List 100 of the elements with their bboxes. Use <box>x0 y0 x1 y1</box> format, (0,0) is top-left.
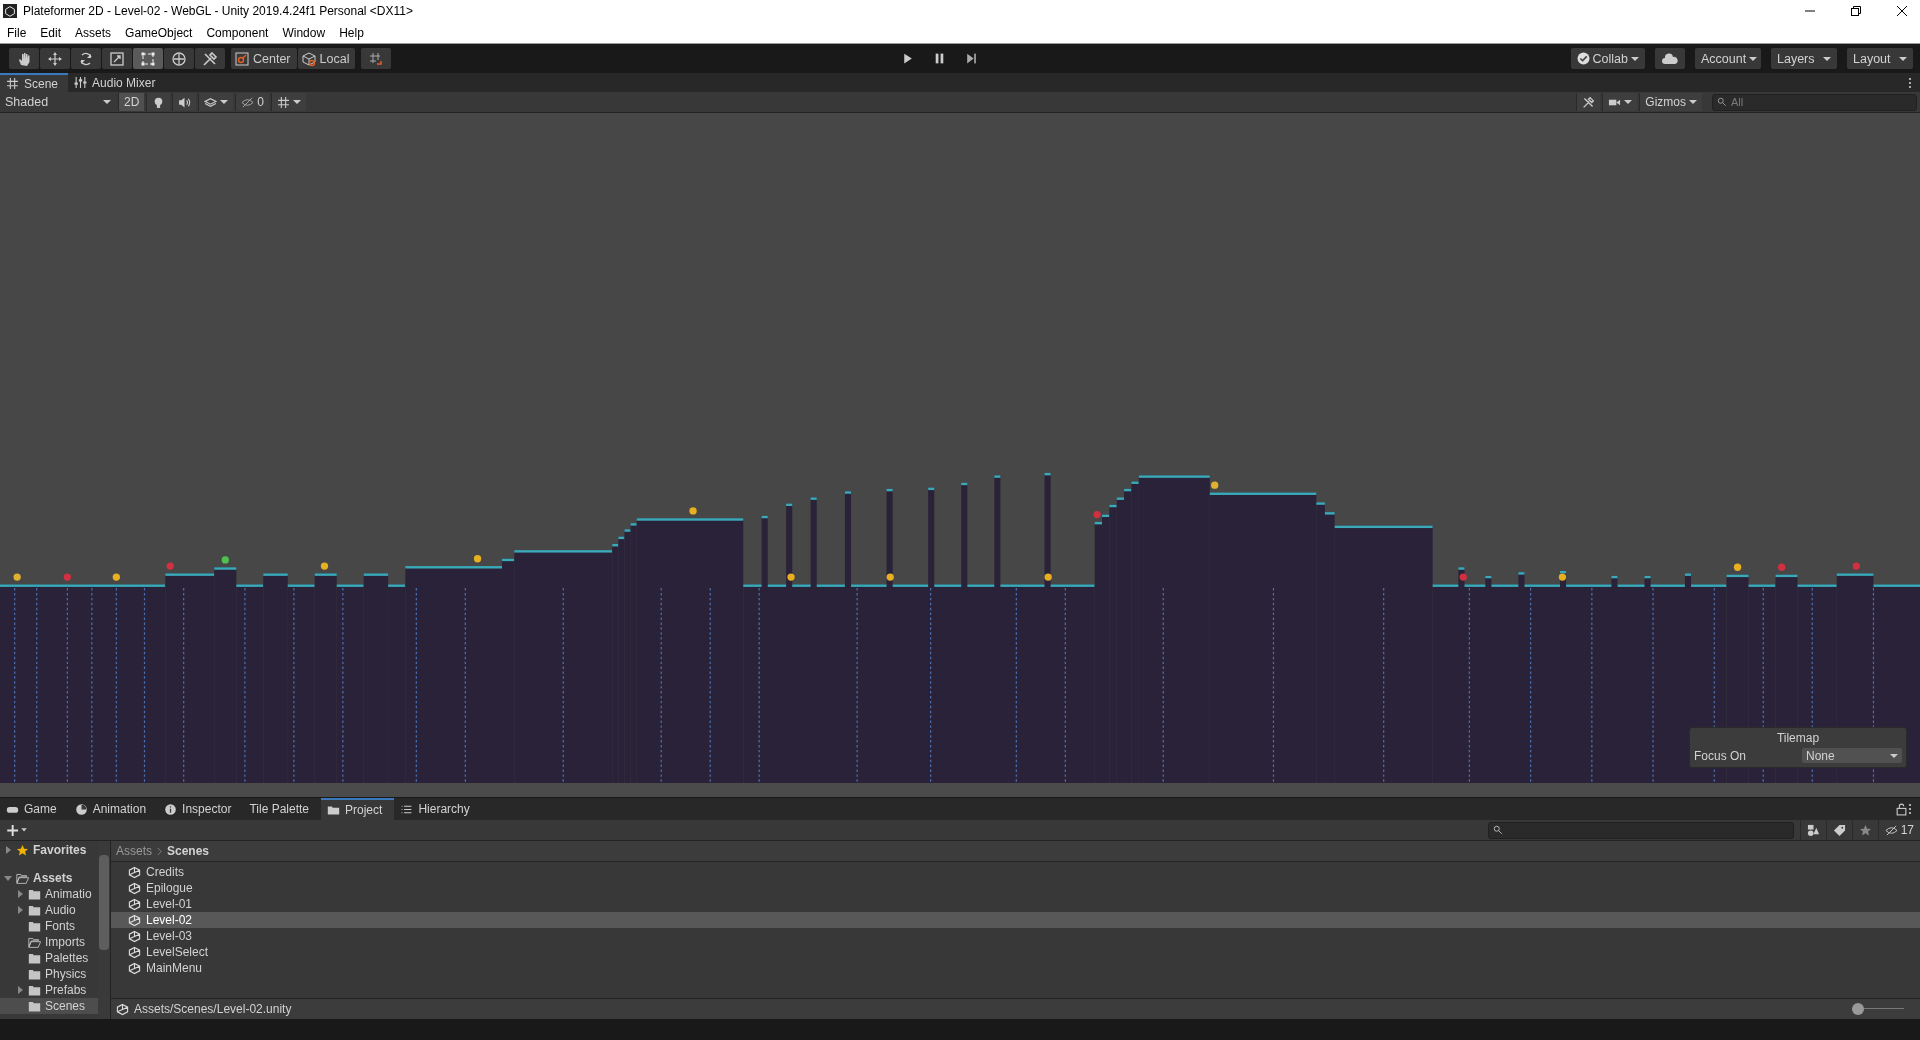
scene-file-row[interactable]: Level-01 <box>111 896 1920 912</box>
expand-arrow-icon[interactable] <box>16 890 24 898</box>
tree-item[interactable]: Favorites <box>33 843 87 857</box>
panel-tab[interactable]: Scene <box>0 73 69 92</box>
grid-dropdown[interactable] <box>271 93 307 111</box>
unity-scene-icon <box>128 897 141 911</box>
scene-file-row[interactable]: Epilogue <box>111 880 1920 896</box>
more-options-icon[interactable] <box>1908 76 1912 89</box>
tool-button[interactable] <box>195 48 225 69</box>
tree-item-label: Scenes <box>45 999 86 1013</box>
local-pivot-button[interactable]: Local <box>297 48 356 69</box>
audio-toggle[interactable] <box>172 93 197 111</box>
tools-button[interactable] <box>1576 93 1601 111</box>
asset-path: Assets/Scenes/Level-02.unity <box>134 1002 292 1016</box>
panel-tab[interactable]: Animation <box>68 798 159 820</box>
panel-tab[interactable]: Tile Palette <box>243 798 321 820</box>
scene-file-row[interactable]: Credits <box>111 864 1920 880</box>
caret-icon <box>1749 54 1758 63</box>
scene-search-field[interactable]: All <box>1712 93 1917 111</box>
draw-mode-dropdown[interactable]: Shaded <box>0 93 116 111</box>
tool-button[interactable] <box>40 48 70 69</box>
tag-icon <box>1832 823 1846 837</box>
unity-scene-icon <box>128 913 141 927</box>
panel-tab[interactable]: Audio Mixer <box>68 73 166 92</box>
caret-icon <box>1899 54 1907 63</box>
zoom-slider[interactable] <box>1852 1003 1904 1015</box>
scene-file-row[interactable]: Level-02 <box>111 912 1920 928</box>
panel-tab[interactable]: Hierarchy <box>394 798 482 820</box>
slider-thumb[interactable] <box>1852 1003 1864 1015</box>
tree-row[interactable]: Animatio <box>0 886 98 902</box>
cloud-icon <box>1662 50 1678 67</box>
tool-button[interactable] <box>9 48 39 69</box>
unity-logo-icon <box>3 4 17 18</box>
padlock-icon[interactable] <box>1895 802 1908 816</box>
move-arrows-icon <box>47 50 63 67</box>
close-icon[interactable] <box>1896 5 1908 17</box>
collab-button[interactable]: Collab <box>1570 48 1645 69</box>
file-name: Level-03 <box>146 929 193 943</box>
clock-icon <box>74 802 88 816</box>
tool-button[interactable] <box>164 48 194 69</box>
tree-row[interactable]: Fonts <box>0 918 98 934</box>
hidden-objects-toggle[interactable]: 0 <box>235 93 270 111</box>
plus-icon <box>6 823 28 837</box>
breadcrumb-item[interactable]: Assets <box>116 844 152 858</box>
unity-scene-icon <box>128 881 141 895</box>
menu-item[interactable]: Edit <box>40 25 62 40</box>
menu-item[interactable]: GameObject <box>125 25 193 40</box>
gizmos-dropdown[interactable]: Gizmos <box>1639 93 1702 111</box>
sliders-icon <box>74 76 88 89</box>
tree-item-label: Palettes <box>45 951 89 965</box>
mode-2d-toggle[interactable]: 2D <box>118 93 145 111</box>
tree-row[interactable]: Scenes <box>0 998 98 1014</box>
file-name: Credits <box>146 865 184 879</box>
dropdown-button[interactable]: Account <box>1695 48 1761 69</box>
focus-on-dropdown[interactable]: None <box>1802 748 1902 763</box>
tree-item-label: Physics <box>45 967 87 981</box>
expand-arrow-icon[interactable] <box>16 986 24 994</box>
camera-dropdown[interactable] <box>1602 93 1638 111</box>
tool-button[interactable] <box>133 48 163 69</box>
menu-item[interactable]: Window <box>282 25 326 40</box>
scene-file-row[interactable]: LevelSelect <box>111 944 1920 960</box>
lighting-toggle[interactable] <box>146 93 171 111</box>
hidden-packages-toggle[interactable]: 17 <box>1877 820 1920 840</box>
more-options-icon[interactable] <box>1908 803 1912 815</box>
menu-item[interactable]: File <box>7 25 27 40</box>
tree-row[interactable]: Imports <box>0 934 98 950</box>
menu-item[interactable]: Assets <box>75 25 112 40</box>
eye-slash-icon <box>241 95 255 109</box>
cloud-button[interactable] <box>1655 48 1685 69</box>
project-search-field[interactable] <box>1487 821 1794 839</box>
pivot-center-icon <box>234 50 250 67</box>
panel-tab[interactable]: Inspector <box>158 798 244 820</box>
menu-item[interactable]: Component <box>206 25 269 40</box>
menu-item[interactable]: Help <box>339 25 364 40</box>
tree-row[interactable]: Palettes <box>0 950 98 966</box>
tool-button[interactable] <box>102 48 132 69</box>
tree-item[interactable]: Assets <box>33 871 73 885</box>
expand-arrow-icon[interactable] <box>16 906 24 914</box>
dropdown-button[interactable]: Layers <box>1771 48 1837 69</box>
breadcrumb-item[interactable]: Scenes <box>167 844 210 858</box>
scene-file-row[interactable]: MainMenu <box>111 960 1920 976</box>
tool-button[interactable] <box>71 48 101 69</box>
effects-dropdown[interactable] <box>198 93 234 111</box>
transform-icon <box>171 50 187 67</box>
panel-tab[interactable]: Game <box>0 798 69 820</box>
scene-file-row[interactable]: Level-03 <box>111 928 1920 944</box>
expand-arrow-icon[interactable] <box>4 846 12 854</box>
caret-icon <box>220 98 229 106</box>
grid-snap-button[interactable] <box>361 48 392 69</box>
tree-row[interactable]: Audio <box>0 902 98 918</box>
dropdown-button[interactable]: Layout <box>1847 48 1913 69</box>
tree-row[interactable]: Physics <box>0 966 98 982</box>
caret-icon <box>1689 98 1697 106</box>
restore-icon[interactable] <box>1850 5 1862 17</box>
expand-arrow-icon[interactable] <box>4 874 12 882</box>
wrench-icon <box>1582 95 1596 109</box>
panel-tab[interactable]: Project <box>321 798 395 820</box>
center-pivot-button[interactable]: Center <box>231 48 297 69</box>
tree-item-label: Imports <box>45 935 85 949</box>
tree-row[interactable]: Prefabs <box>0 982 98 998</box>
